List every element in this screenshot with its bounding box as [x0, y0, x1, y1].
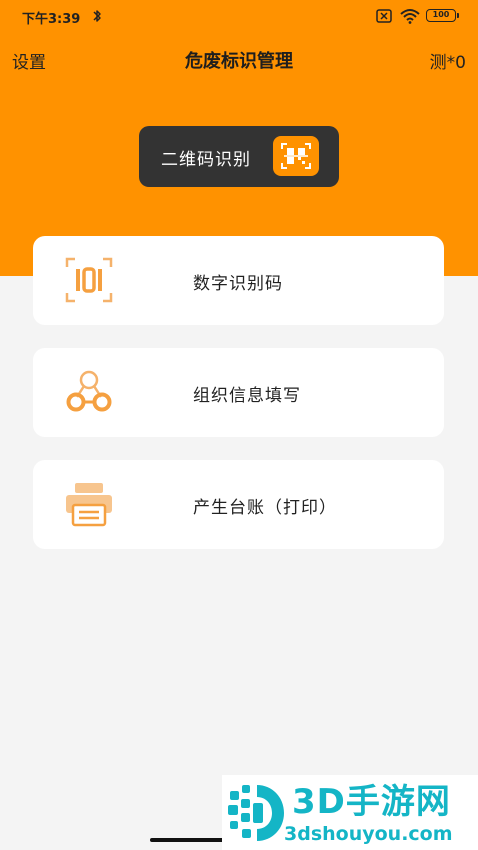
- organization-icon: [66, 370, 112, 412]
- watermark-brand: 3D手游网: [292, 782, 451, 822]
- menu-item-label: 产生台账（打印）: [193, 498, 337, 518]
- watermark-logo-icon: [228, 785, 284, 841]
- watermark-domain: 3dshouyou.com: [284, 823, 453, 845]
- printer-icon: [66, 483, 112, 527]
- menu-item-label: 数字识别码: [193, 274, 283, 294]
- bluetooth-icon: [93, 10, 101, 22]
- no-sim-icon: [376, 9, 392, 23]
- menu-item-ledger-print[interactable]: 产生台账（打印）: [33, 460, 444, 549]
- digit-code-icon: [65, 257, 113, 303]
- user-label[interactable]: 测*0: [430, 48, 466, 73]
- watermark: 3D手游网 3dshouyou.com: [222, 775, 478, 850]
- status-bar: 下午3:39 100: [0, 0, 478, 34]
- wifi-icon: [400, 9, 420, 24]
- menu-item-label: 组织信息填写: [193, 386, 301, 406]
- status-time: 下午3:39: [22, 12, 81, 27]
- qr-recognition-label: 二维码识别: [161, 150, 251, 170]
- menu-item-digit-code[interactable]: 数字识别码: [33, 236, 444, 325]
- battery-indicator: 100: [426, 9, 459, 22]
- qr-recognition-button[interactable]: 二维码识别: [139, 126, 339, 187]
- settings-button[interactable]: 设置: [12, 48, 46, 73]
- qr-scan-icon: [273, 136, 319, 176]
- menu-item-organization-info[interactable]: 组织信息填写: [33, 348, 444, 437]
